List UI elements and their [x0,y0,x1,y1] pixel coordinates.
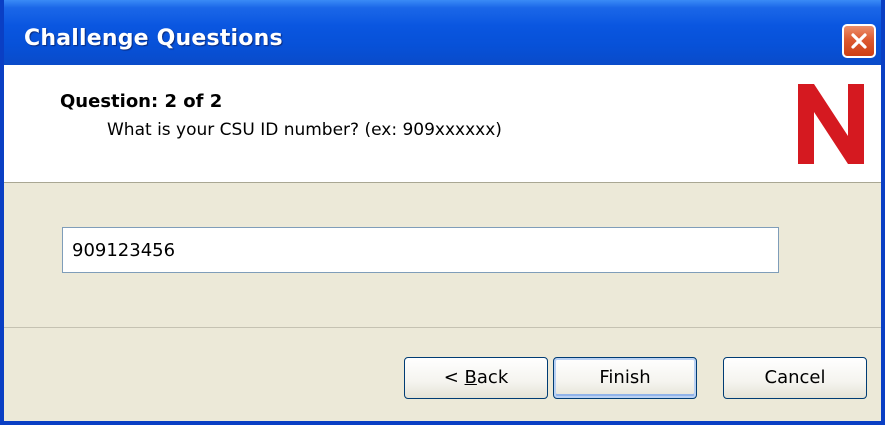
window-title: Challenge Questions [24,26,283,51]
answer-input[interactable] [62,227,779,273]
back-button-rest: ack [476,367,509,388]
close-icon [851,33,867,49]
cancel-button[interactable]: Cancel [723,357,867,399]
back-button[interactable]: < Back [404,357,548,399]
question-counter: Question: 2 of 2 [60,91,223,112]
title-bar[interactable]: Challenge Questions [4,0,881,65]
finish-button[interactable]: Finish [553,357,697,399]
question-text: What is your CSU ID number? (ex: 909xxxx… [107,120,502,140]
close-button[interactable] [842,24,876,58]
dialog-window: Challenge Questions Question: 2 of 2 Wha… [0,0,885,425]
back-button-access-key: B [464,367,477,388]
back-button-prefix: < [443,367,465,388]
novell-n-logo-icon [798,84,864,164]
